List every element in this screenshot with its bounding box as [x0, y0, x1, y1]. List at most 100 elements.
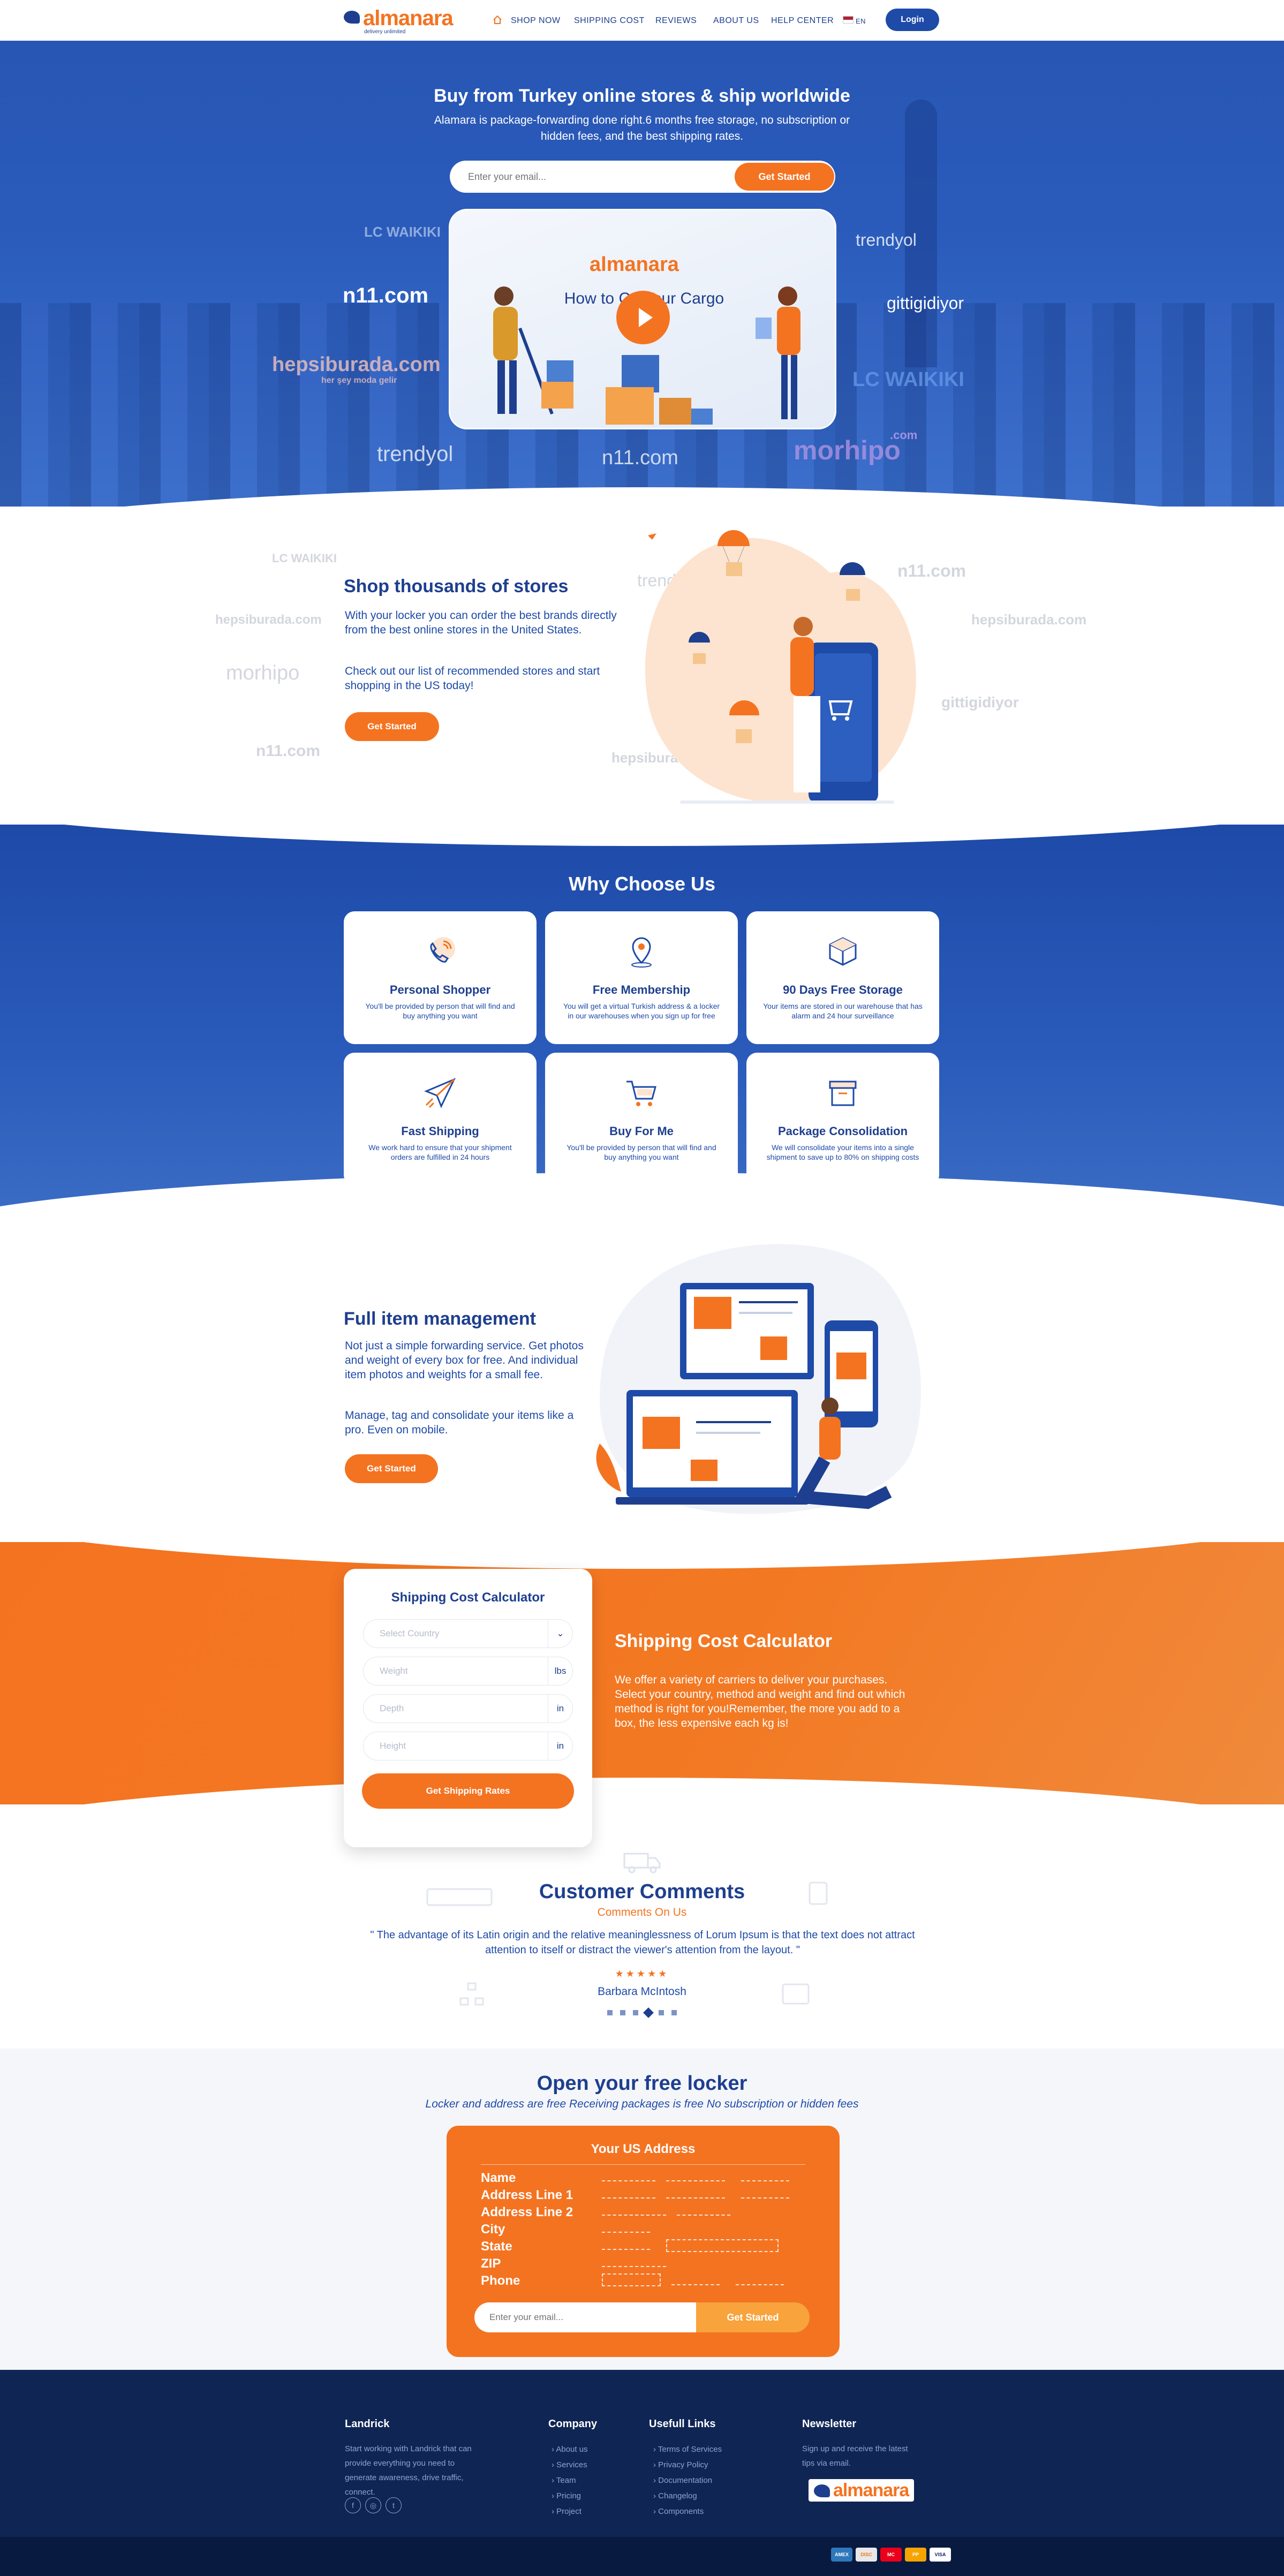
- language-selector[interactable]: EN: [856, 17, 866, 25]
- calc-top-curve: [0, 1542, 1284, 1569]
- get-shipping-rates-button[interactable]: Get Shipping Rates: [362, 1773, 574, 1809]
- rating-stars: ★★★★★: [615, 1968, 669, 1979]
- address-placeholder-line: [736, 2284, 784, 2285]
- country-select[interactable]: Select Country ⌄: [363, 1619, 573, 1648]
- weight-placeholder: Weight: [380, 1666, 408, 1676]
- ghost-brand-gittigidiyor: gittigidiyor: [941, 694, 1019, 711]
- map-pin-icon: [631, 937, 652, 968]
- brand-trendyol-bottom: trendyol: [377, 442, 454, 466]
- nav-shipping-cost[interactable]: SHIPPING COST: [574, 16, 645, 26]
- shop-paragraph-1: With your locker you can order the best …: [345, 609, 617, 636]
- address-placeholder-line: [741, 2180, 789, 2181]
- height-input[interactable]: Height in: [363, 1732, 573, 1761]
- depth-input[interactable]: Depth in: [363, 1694, 573, 1723]
- footer: [0, 2370, 1284, 2537]
- footer-link-pricing[interactable]: › Pricing: [552, 2491, 581, 2501]
- video-logo: almanara: [590, 253, 679, 276]
- feature-card-free-storage[interactable]: 90 Days Free Storage Your items are stor…: [746, 911, 939, 1044]
- ghost-brand-lcwaikiki: LC WAIKIKI: [272, 552, 337, 565]
- card-title: Buy For Me: [609, 1124, 674, 1138]
- footer-link-terms[interactable]: › Terms of Services: [653, 2445, 722, 2454]
- us-flag-icon: [843, 16, 854, 24]
- footer-logo[interactable]: almanara: [809, 2479, 915, 2502]
- brand-trendyol-right: trendyol: [856, 230, 917, 250]
- calc-card-title: Shipping Cost Calculator: [391, 1590, 545, 1605]
- login-button[interactable]: Login: [886, 9, 939, 31]
- consolidation-box-icon: [829, 1081, 857, 1106]
- card-description: You will get a virtual Turkish address &…: [563, 1002, 720, 1020]
- comments-subtitle: Comments On Us: [597, 1906, 687, 1918]
- manage-get-started-button[interactable]: Get Started: [345, 1454, 438, 1483]
- carousel-dot[interactable]: [633, 2010, 638, 2015]
- footer-link-changelog[interactable]: › Changelog: [653, 2491, 697, 2501]
- footer-link-about[interactable]: › About us: [552, 2445, 588, 2454]
- site-logo[interactable]: almanara delivery unlimited: [344, 7, 454, 35]
- home-icon: [493, 15, 502, 24]
- address-label-state: State: [481, 2239, 512, 2254]
- carousel-dot-active[interactable]: [643, 2007, 654, 2018]
- height-unit: in: [548, 1732, 572, 1760]
- ghost-brand-hepsiburada-right: hepsiburada.com: [971, 611, 1087, 628]
- locker-email-input[interactable]: [474, 2302, 696, 2332]
- card-description: You'll be provided by person that will f…: [567, 1143, 716, 1161]
- brand-morhipo: morhipo: [794, 435, 901, 465]
- hero-subtitle: Alamara is package-forwarding done right…: [434, 114, 850, 142]
- nav-shop-now[interactable]: SHOP NOW: [511, 16, 561, 26]
- why-title: Why Choose Us: [568, 873, 716, 895]
- footer-link-components[interactable]: › Components: [653, 2507, 704, 2516]
- address-label-zip: ZIP: [481, 2256, 501, 2271]
- twitter-icon[interactable]: t: [386, 2497, 402, 2513]
- brand-lcwaikiki-right: LC WAIKIKI: [852, 368, 964, 391]
- carousel-dot[interactable]: [659, 2010, 664, 2015]
- brand-lcwaikiki: LC WAIKIKI: [364, 224, 441, 240]
- carousel-dot[interactable]: [620, 2010, 625, 2015]
- boxes-illustration-icon: [541, 355, 713, 425]
- footer-link-services[interactable]: › Services: [552, 2460, 587, 2469]
- card-title: Personal Shopper: [389, 983, 491, 996]
- nav-help-center[interactable]: HELP CENTER: [771, 16, 834, 26]
- brand-hepsiburada-tagline: her şey moda gelir: [321, 376, 397, 385]
- nav-reviews[interactable]: REVIEWS: [655, 16, 697, 26]
- hero-title: Buy from Turkey online stores & ship wor…: [434, 86, 850, 106]
- footer-link-project[interactable]: › Project: [552, 2507, 581, 2516]
- amex-card-icon: AMEX: [831, 2548, 852, 2562]
- shopping-cart-icon: [626, 1081, 656, 1106]
- depth-placeholder: Depth: [380, 1703, 404, 1713]
- country-placeholder: Select Country: [380, 1628, 440, 1638]
- carousel-dot[interactable]: [607, 2010, 613, 2015]
- video-card[interactable]: almanara How to Ca Your Cargo: [449, 209, 836, 429]
- address-placeholder-line: [666, 2197, 725, 2199]
- address-placeholder-line: [602, 2197, 655, 2199]
- feature-card-free-membership[interactable]: Free Membership You will get a virtual T…: [545, 911, 738, 1044]
- play-icon: [639, 308, 653, 327]
- footer-company-heading: Company: [548, 2418, 598, 2430]
- box-icon: [829, 937, 857, 966]
- weight-input[interactable]: Weight lbs: [363, 1657, 573, 1686]
- paypal-icon: PP: [905, 2548, 926, 2562]
- feature-card-package-consolidation[interactable]: Package Consolidation We will consolidat…: [746, 1053, 939, 1185]
- footer-link-team[interactable]: › Team: [552, 2476, 576, 2485]
- footer-useful-heading: Usefull Links: [649, 2418, 716, 2430]
- phone-call-icon: [430, 937, 455, 963]
- us-address-card: Your US Address Name Address Line 1 Addr…: [447, 2126, 840, 2357]
- facebook-icon[interactable]: f: [345, 2497, 361, 2513]
- shop-get-started-button[interactable]: Get Started: [345, 712, 439, 741]
- instagram-icon[interactable]: ◎: [365, 2497, 381, 2513]
- footer-newsletter-text: Sign up and receive the latest tips via …: [802, 2444, 908, 2468]
- nav-about-us[interactable]: ABOUT US: [713, 16, 759, 26]
- footer-bottom-bar: [0, 2537, 1284, 2576]
- feature-card-personal-shopper[interactable]: Personal Shopper You'll be provided by p…: [344, 911, 537, 1044]
- locker-subtitle: Locker and address are free Receiving pa…: [425, 2098, 859, 2110]
- address-placeholder-line: [741, 2197, 789, 2199]
- feature-card-fast-shipping[interactable]: Fast Shipping We work hard to ensure tha…: [344, 1053, 537, 1185]
- feature-card-buy-for-me[interactable]: Buy For Me You'll be provided by person …: [545, 1053, 738, 1185]
- manage-title: Full item management: [344, 1309, 536, 1329]
- footer-link-documentation[interactable]: › Documentation: [653, 2476, 712, 2485]
- shop-title: Shop thousands of stores: [344, 576, 569, 596]
- card-description: We will consolidate your items into a si…: [766, 1143, 919, 1161]
- locker-get-started-button[interactable]: Get Started: [696, 2302, 810, 2332]
- hero-get-started-button[interactable]: Get Started: [735, 163, 834, 191]
- footer-link-privacy[interactable]: › Privacy Policy: [653, 2460, 708, 2469]
- carousel-dot[interactable]: [671, 2010, 677, 2015]
- comments-title: Customer Comments: [539, 1880, 745, 1903]
